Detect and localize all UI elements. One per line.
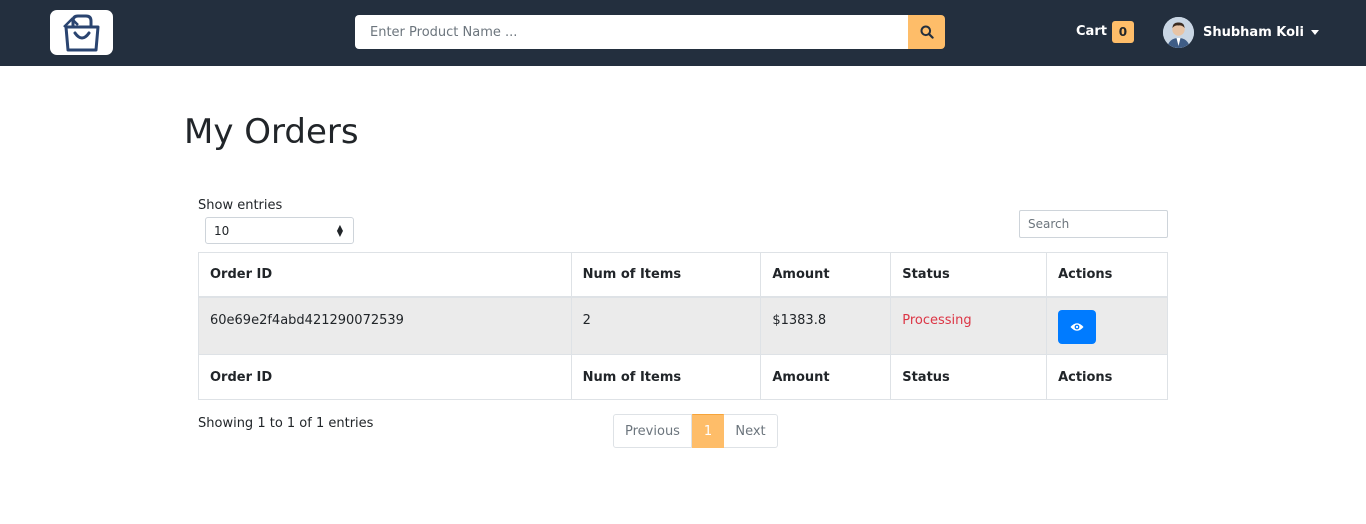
- pagination: Previous 1 Next: [613, 414, 778, 448]
- pagination-next[interactable]: Next: [724, 414, 778, 448]
- footer-header-order-id: Order ID: [198, 354, 572, 400]
- show-entries-label: Show entries: [198, 198, 283, 213]
- user-avatar-icon: [1163, 16, 1194, 48]
- user-name: Shubham Koli: [1203, 24, 1304, 40]
- footer-header-status: Status: [890, 354, 1048, 400]
- footer-header-amount: Amount: [760, 354, 892, 400]
- entries-info: Showing 1 to 1 of 1 entries: [198, 416, 374, 431]
- pagination-page-1[interactable]: 1: [692, 414, 724, 448]
- amount-cell: $1383.8: [760, 296, 892, 355]
- product-search: [355, 15, 945, 49]
- eye-icon: [1070, 322, 1084, 331]
- cart-count-badge: 0: [1111, 20, 1134, 43]
- footer-header-num-items: Num of Items: [570, 354, 762, 400]
- user-menu[interactable]: Shubham Koli: [1163, 16, 1319, 48]
- orders-table: Order ID Num of Items Amount Status Acti…: [198, 252, 1168, 400]
- cart-link[interactable]: Cart 0: [1076, 20, 1134, 43]
- footer-row: Order ID Num of Items Amount Status Acti…: [198, 354, 1168, 400]
- select-arrows-icon: ▲ ▼: [336, 223, 343, 238]
- table-header: Order ID Num of Items Amount Status Acti…: [198, 252, 1168, 298]
- actions-cell: [1046, 296, 1168, 355]
- header-row: Order ID Num of Items Amount Status Acti…: [198, 252, 1168, 298]
- pagination-previous[interactable]: Previous: [613, 414, 692, 448]
- cart-label: Cart: [1076, 24, 1107, 39]
- column-header-status[interactable]: Status: [890, 252, 1048, 298]
- table-row: 60e69e2f4abd421290072539 2 $1383.8 Proce…: [198, 296, 1168, 355]
- search-icon: [920, 25, 934, 39]
- column-header-num-items[interactable]: Num of Items: [570, 252, 762, 298]
- chevron-down-icon: [1310, 29, 1319, 35]
- column-header-actions[interactable]: Actions: [1046, 252, 1168, 298]
- search-button[interactable]: [908, 15, 945, 49]
- product-search-input[interactable]: [355, 15, 908, 49]
- entries-select-value: 10: [214, 224, 230, 238]
- table-footer: Order ID Num of Items Amount Status Acti…: [198, 354, 1168, 400]
- num-items-cell: 2: [570, 296, 762, 355]
- order-id-cell: 60e69e2f4abd421290072539: [198, 296, 572, 355]
- page-title: My Orders: [184, 112, 359, 152]
- shopping-bag-icon: [62, 14, 99, 51]
- view-order-button[interactable]: [1058, 309, 1097, 344]
- navbar: Cart 0 Shubham Koli: [0, 0, 1366, 66]
- entries-select[interactable]: 10 ▲ ▼: [205, 217, 354, 244]
- column-header-amount[interactable]: Amount: [760, 252, 892, 298]
- logo[interactable]: [50, 10, 113, 55]
- footer-header-actions: Actions: [1046, 354, 1168, 400]
- status-cell: Processing: [890, 296, 1048, 355]
- table-body: 60e69e2f4abd421290072539 2 $1383.8 Proce…: [198, 296, 1168, 355]
- table-search-input[interactable]: [1019, 210, 1168, 238]
- avatar: [1163, 16, 1194, 48]
- column-header-order-id[interactable]: Order ID: [198, 252, 572, 298]
